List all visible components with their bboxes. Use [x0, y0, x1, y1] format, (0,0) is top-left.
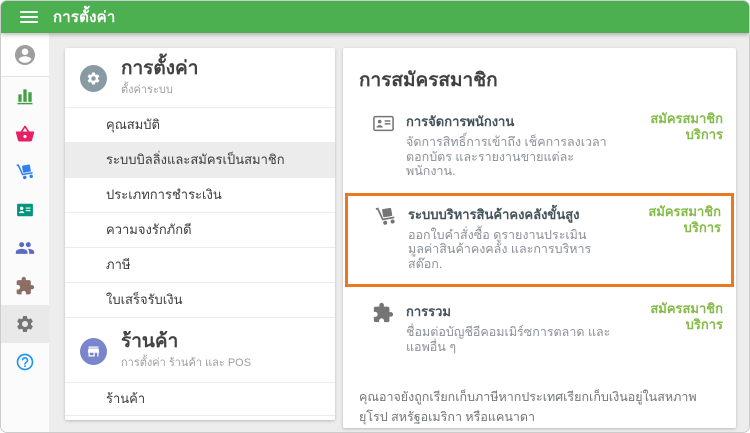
- settings-section-titles: การตั้งค่า ตั้งค่าระบบ: [121, 58, 198, 98]
- sidebar-item-inventory[interactable]: [1, 153, 49, 191]
- menu-item-receipt[interactable]: ใบเสร็จรับเงิน: [65, 282, 335, 317]
- menu-item-pos-devices[interactable]: อุปกรณ์ POS: [65, 415, 335, 420]
- help-icon: [16, 353, 34, 371]
- subscription-item-integrations: การรวม ชื่อมต่อบัญชีอีคอมเมิร์ซการตลาด แ…: [343, 293, 736, 362]
- settings-section-header: การตั้งค่า ตั้งค่าระบบ: [65, 48, 335, 107]
- bar-chart-icon: [17, 89, 33, 105]
- menu-item-stores[interactable]: ร้านค้า: [65, 382, 335, 415]
- subscriptions-heading: การสมัครสมาชิก: [359, 70, 498, 91]
- sidebar-item-settings[interactable]: [1, 305, 49, 343]
- menu-item-taxes[interactable]: ภาษี: [65, 247, 335, 282]
- subscription-item-body: ระบบบริหารสินค้าคงคลังขั้นสูง ออกใบคำสั่…: [408, 204, 613, 272]
- subscription-item-title: การรวม: [406, 304, 452, 319]
- subscription-item-title: ระบบบริหารสินค้าคงคลังขั้นสูง: [408, 206, 580, 222]
- settings-menu: คุณสมบัติ ระบบบิลลิ่งและสมัครเป็นสมาชิก …: [65, 107, 335, 317]
- subscribe-link[interactable]: สมัครสมาชิก บริการ: [648, 204, 726, 236]
- sidebar-item-customers[interactable]: [1, 229, 49, 267]
- icon-sidebar: [1, 33, 49, 432]
- stores-menu: ร้านค้า อุปกรณ์ POS: [65, 382, 335, 420]
- subscription-item-description: ออกใบคำสั่งซื้อ ดูรายงานประเมินมูลค่าสิน…: [408, 227, 592, 271]
- sidebar-item-reports[interactable]: [1, 77, 49, 115]
- subscriptions-panel: การสมัครสมาชิก การจัดการพนักงาน จัดการสิ…: [343, 48, 736, 428]
- sidebar-item-account[interactable]: [1, 33, 49, 77]
- trolley-icon: [16, 164, 33, 180]
- stores-section-titles: ร้านค้า การตั้งค่า ร้านค้า และ POS: [121, 331, 251, 371]
- employee-card-icon: [372, 111, 398, 140]
- subscription-item-description: จัดการสิทธิ์การเข้าถึง เช็คการลงเวลาตอกบ…: [406, 135, 607, 178]
- settings-section-subtitle: ตั้งค่าระบบ: [121, 84, 173, 96]
- subscription-item-body: การรวม ชื่อมต่อบัญชีอีคอมเมิร์ซการตลาด แ…: [406, 301, 611, 354]
- account-icon: [15, 44, 35, 65]
- hamburger-icon[interactable]: [20, 11, 38, 23]
- store-circle-icon: [80, 337, 107, 365]
- employee-badge-icon: [17, 203, 33, 217]
- settings-section-title: การตั้งค่า: [121, 58, 199, 79]
- gear-icon: [17, 316, 33, 332]
- sidebar-item-employees[interactable]: [1, 191, 49, 229]
- menu-item-payment-types[interactable]: ประเภทการชำระเงิน: [65, 177, 335, 212]
- customers-icon: [15, 242, 35, 254]
- menu-item-loyalty[interactable]: ความจงรักภักดี: [65, 212, 335, 247]
- settings-menu-panel: การตั้งค่า ตั้งค่าระบบ คุณสมบัติ ระบบบิล…: [65, 48, 335, 420]
- tax-note: คุณอาจยังถูกเรียกเก็บภาษีหากประเทศเรียกเ…: [359, 390, 697, 424]
- subscribe-link[interactable]: สมัครสมาชิก บริการ: [650, 301, 728, 333]
- subscription-item-description: ชื่อมต่อบัญชีอีคอมเมิร์ซการตลาด และแอพอื…: [406, 325, 611, 354]
- basket-icon: [15, 125, 35, 142]
- subscribe-link[interactable]: สมัครสมาชิก บริการ: [650, 111, 728, 143]
- menu-item-billing[interactable]: ระบบบิลลิ่งและสมัครเป็นสมาชิก: [65, 142, 335, 177]
- stores-section-title: ร้านค้า: [121, 331, 179, 352]
- subscription-item-inventory-highlighted: ระบบบริหารสินค้าคงคลังขั้นสูง ออกใบคำสั่…: [345, 192, 734, 287]
- subscription-item-employees: การจัดการพนักงาน จัดการสิทธิ์การเข้าถึง …: [343, 103, 736, 187]
- puzzle-icon: [16, 276, 35, 295]
- top-bar: การตั้งค่า: [1, 1, 749, 33]
- stores-section-subtitle: การตั้งค่า ร้านค้า และ POS: [121, 357, 252, 369]
- subscription-item-title: การจัดการพนักงาน: [406, 114, 515, 129]
- main-area: การตั้งค่า ตั้งค่าระบบ คุณสมบัติ ระบบบิล…: [1, 33, 749, 432]
- menu-item-features[interactable]: คุณสมบัติ: [65, 107, 335, 142]
- trolley-outline-icon: [374, 204, 400, 233]
- sidebar-item-items[interactable]: [1, 115, 49, 153]
- subscription-item-body: การจัดการพนักงาน จัดการสิทธิ์การเข้าถึง …: [406, 111, 611, 179]
- gear-circle-icon: [80, 64, 107, 92]
- stores-section-header: ร้านค้า การตั้งค่า ร้านค้า และ POS: [65, 317, 335, 382]
- puzzle-gray-icon: [372, 301, 398, 329]
- sidebar-item-help[interactable]: [1, 343, 49, 381]
- page-title: การตั้งค่า: [53, 9, 116, 26]
- app-window: การตั้งค่า การตั้งค่า ตั้งค่าระบบ คุณสมบ…: [0, 0, 750, 433]
- content-area: การตั้งค่า ตั้งค่าระบบ คุณสมบัติ ระบบบิล…: [49, 33, 749, 432]
- sidebar-item-integrations[interactable]: [1, 267, 49, 305]
